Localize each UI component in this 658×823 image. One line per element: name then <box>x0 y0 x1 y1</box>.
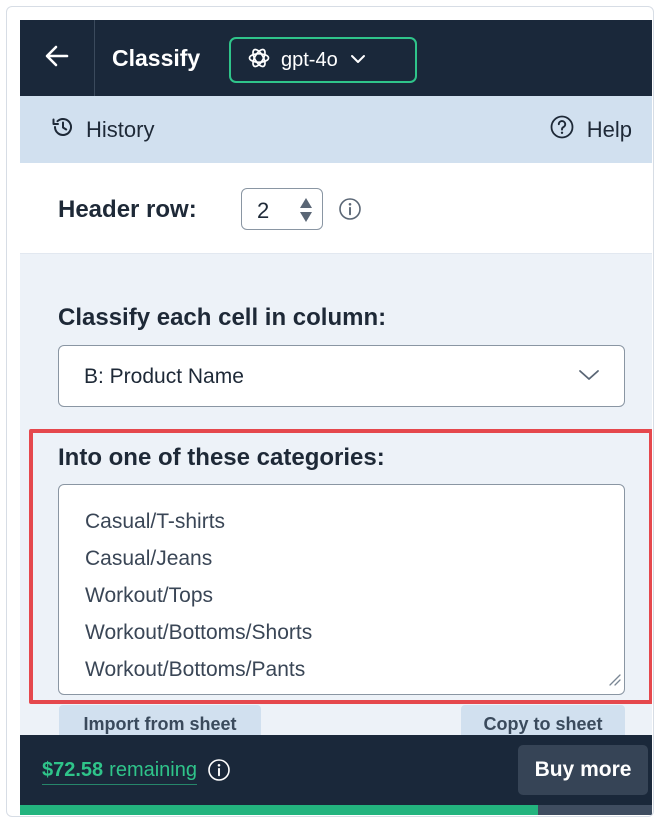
model-select[interactable]: gpt-4o <box>229 37 417 83</box>
buy-more-button[interactable]: Buy more <box>518 745 648 795</box>
app-frame: Classify gpt-4o History Help Header row:… <box>6 6 654 817</box>
help-label: Help <box>586 116 632 142</box>
usage-progress-bar <box>20 805 652 815</box>
balance-underline <box>42 784 197 785</box>
header-row-label: Header row: <box>58 196 197 223</box>
page-title: Classify <box>112 45 201 71</box>
openai-logo-icon <box>247 46 271 75</box>
spinner-arrows-icon[interactable] <box>299 196 313 224</box>
main-content: Classify each cell in column: B: Product… <box>20 254 652 743</box>
history-icon <box>50 114 76 145</box>
chevron-down-icon <box>578 368 600 387</box>
header-row-value: 2 <box>257 198 270 223</box>
sub-toolbar: History Help <box>20 96 652 163</box>
category-line: Workout/Bottoms/Pants <box>85 658 306 681</box>
column-label: Classify each cell in column: <box>58 304 387 331</box>
categories-textarea[interactable]: Casual/T-shirts Casual/Jeans Workout/Top… <box>58 484 625 695</box>
top-bar: Classify gpt-4o <box>20 20 652 96</box>
header-row-section: Header row: 2 <box>20 163 652 254</box>
history-label: History <box>86 116 155 142</box>
back-button[interactable] <box>20 20 94 96</box>
category-line: Casual/Jeans <box>85 547 213 570</box>
info-icon[interactable] <box>338 197 362 226</box>
chevron-down-icon <box>350 51 366 69</box>
history-button[interactable]: History <box>50 96 154 163</box>
bottom-bar: $72.58 remaining Buy more <box>20 735 652 815</box>
resize-grip-icon[interactable] <box>607 672 621 691</box>
header-row-stepper[interactable]: 2 <box>241 188 323 230</box>
category-line: Workout/Tops <box>85 584 213 607</box>
help-button[interactable]: Help <box>549 96 632 163</box>
classify-panel: Classify gpt-4o History Help Header row:… <box>20 20 652 815</box>
balance-label: remaining <box>109 758 197 781</box>
top-bar-divider <box>94 20 95 96</box>
model-name: gpt-4o <box>281 48 338 71</box>
column-select-value: B: Product Name <box>84 365 244 388</box>
balance-amount: $72.58 <box>42 758 104 781</box>
categories-list: Casual/T-shirts Casual/Jeans Workout/Top… <box>85 503 312 688</box>
category-line: Casual/T-shirts <box>85 510 226 533</box>
column-select[interactable]: B: Product Name <box>58 345 625 407</box>
info-icon[interactable] <box>207 758 231 782</box>
arrow-left-icon <box>45 45 69 72</box>
balance-display[interactable]: $72.58 remaining <box>42 735 231 805</box>
category-line: Workout/Bottoms/Shorts <box>85 621 313 644</box>
categories-label: Into one of these categories: <box>58 444 385 471</box>
usage-progress-fill <box>20 805 539 815</box>
question-circle-icon <box>549 114 575 145</box>
